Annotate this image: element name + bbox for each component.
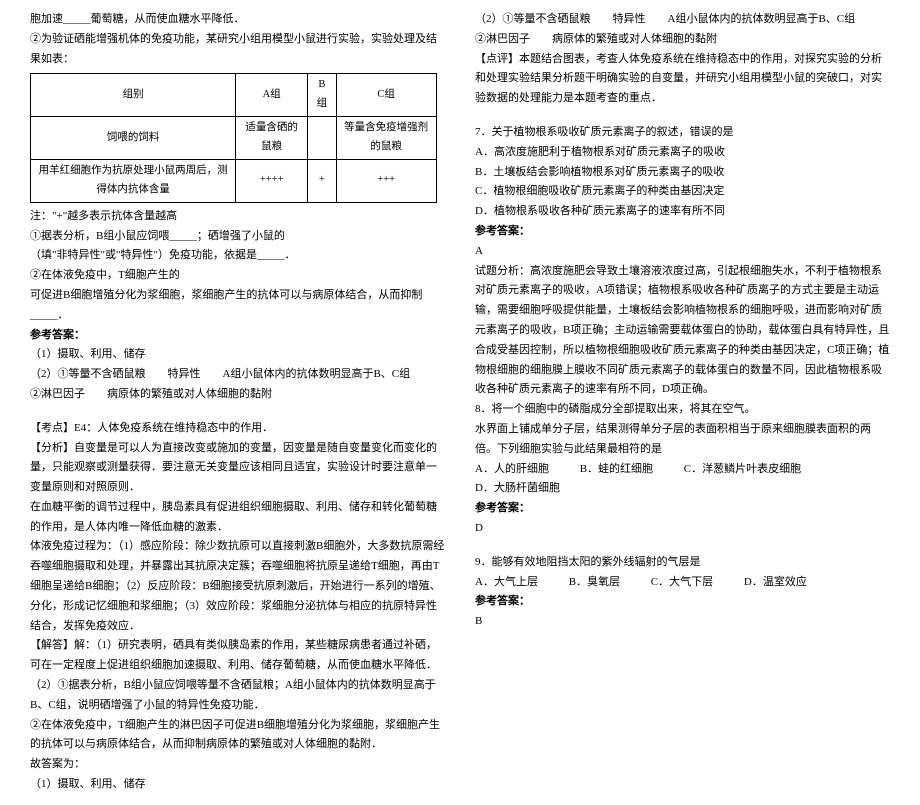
jieda: （1）摄取、利用、储存 <box>30 775 445 795</box>
answer-title: 参考答案： <box>475 222 890 242</box>
text: ②为验证硒能增强机体的免疫功能，某研究小组用模型小鼠进行实验，实验处理及结果如表… <box>30 30 445 70</box>
option-b: B．土壤板结会影响植物根系对矿质元素离子的吸收 <box>475 163 890 183</box>
question-9-options: A．大气上层 B．臭氧层 C．大气下层 D．温室效应 <box>475 573 890 593</box>
option-d: D．植物根系吸收各种矿质元素离子的速率有所不同 <box>475 202 890 222</box>
option-b: B．蛙的红细胞 <box>580 460 653 480</box>
cell: 等量含免疫增强剂的鼠粮 <box>336 117 436 160</box>
option-a: A．大气上层 <box>475 573 538 593</box>
question-7: 7．关于植物根系吸收矿质元素离子的叙述，错误的是 <box>475 123 890 143</box>
question-8: 8．将一个细胞中的磷脂成分全部提取出来，将其在空气。 <box>475 400 890 420</box>
fenxi: 体液免疫过程为：（1）感应阶段：除少数抗原可以直接刺激B细胞外，大多数抗原需经吞… <box>30 537 445 636</box>
text: 注："+"越多表示抗体含量越高 <box>30 207 445 227</box>
kaodian: 【考点】E4：人体免疫系统在维持稳态中的作用． <box>30 419 445 439</box>
text: ②淋巴因子 病原体的繁殖或对人体细胞的黏附 <box>475 30 890 50</box>
cell: +++ <box>336 159 436 202</box>
option-b: B．臭氧层 <box>569 573 620 593</box>
answer-7: A <box>475 242 890 262</box>
jieda: ②在体液免疫中，T细胞产生的淋巴因子可促进B细胞增殖分化为浆细胞，浆细胞产生的抗… <box>30 716 445 756</box>
answer-7-explain: 试题分析：高浓度施肥会导致土壤溶液浓度过高，引起根细胞失水，不利于植物根系对矿质… <box>475 262 890 401</box>
answer-line: ②淋巴因子 病原体的繁殖或对人体细胞的黏附 <box>30 385 445 405</box>
question-9: 9．能够有效地阻挡太阳的紫外线辐射的气层是 <box>475 553 890 573</box>
option-d: D．温室效应 <box>744 573 807 593</box>
cell: 用羊红细胞作为抗原处理小鼠两周后，测得体内抗体含量 <box>31 159 236 202</box>
answer-line: （1）摄取、利用、储存 <box>30 345 445 365</box>
cell: B组 <box>308 74 336 117</box>
option-a: A．高浓度施肥利于植物根系对矿质元素离子的吸收 <box>475 143 890 163</box>
table-row: 组别 A组 B组 C组 <box>31 74 437 117</box>
option-d: D．大肠杆菌细胞 <box>475 479 560 499</box>
answer-line: （2）①等量不含硒鼠粮 特异性 A组小鼠体内的抗体数明显高于B、C组 <box>30 365 445 385</box>
cell: + <box>308 159 336 202</box>
answer-9: B <box>475 612 890 632</box>
question-8b: 水界面上铺成单分子层，结果测得单分子层的表面积相当于原来细胞膜表面积的两倍。下列… <box>475 420 890 460</box>
option-c: C．植物根细胞吸收矿质元素离子的种类由基因决定 <box>475 182 890 202</box>
cell: 组别 <box>31 74 236 117</box>
text: ②在体液免疫中，T细胞产生的 <box>30 266 445 286</box>
text: 可促进B细胞增殖分化为浆细胞，浆细胞产生的抗体可以与病原体结合，从而抑制____… <box>30 286 445 326</box>
option-c: C．洋葱鳞片叶表皮细胞 <box>684 460 801 480</box>
text: （2）①等量不含硒鼠粮 特异性 A组小鼠体内的抗体数明显高于B、C组 <box>475 10 890 30</box>
right-column: （2）①等量不含硒鼠粮 特异性 A组小鼠体内的抗体数明显高于B、C组 ②淋巴因子… <box>475 10 890 795</box>
answer-title: 参考答案： <box>475 499 890 519</box>
jieda: （2）①据表分析，B组小鼠应饲喂等量不含硒鼠粮；A组小鼠体内的抗体数明显高于B、… <box>30 676 445 716</box>
cell <box>308 117 336 160</box>
experiment-table: 组别 A组 B组 C组 饲喂的饲料 适量含硒的鼠粮 等量含免疫增强剂的鼠粮 用羊… <box>30 73 437 202</box>
option-a: A．人的肝细胞 <box>475 460 549 480</box>
question-8-options: A．人的肝细胞 B．蛙的红细胞 C．洋葱鳞片叶表皮细胞 D．大肠杆菌细胞 <box>475 460 890 500</box>
cell: 适量含硒的鼠粮 <box>236 117 308 160</box>
dianping: 【点评】本题结合图表，考查人体免疫系统在维持稳态中的作用，对探究实验的分析和处理… <box>475 50 890 109</box>
cell: 饲喂的饲料 <box>31 117 236 160</box>
text: （填"非特异性"或"特异性"）免疫功能，依据是_____． <box>30 246 445 266</box>
left-column: 胞加速_____葡萄糖，从而使血糖水平降低． ②为验证硒能增强机体的免疫功能，某… <box>30 10 445 795</box>
fenxi: 在血糖平衡的调节过程中，胰岛素具有促进组织细胞摄取、利用、储存和转化葡萄糖的作用… <box>30 498 445 538</box>
text: 胞加速_____葡萄糖，从而使血糖水平降低． <box>30 10 445 30</box>
cell: ++++ <box>236 159 308 202</box>
fenxi: 【分析】自变量是可以人为直接改变或施加的变量，因变量是随自变量变化而变化的量，只… <box>30 439 445 498</box>
table-row: 饲喂的饲料 适量含硒的鼠粮 等量含免疫增强剂的鼠粮 <box>31 117 437 160</box>
answer-title: 参考答案： <box>475 592 890 612</box>
option-c: C．大气下层 <box>651 573 713 593</box>
cell: A组 <box>236 74 308 117</box>
text: ①据表分析，B组小鼠应饲喂_____；硒增强了小鼠的 <box>30 227 445 247</box>
answer-title: 参考答案： <box>30 326 445 346</box>
cell: C组 <box>336 74 436 117</box>
table-row: 用羊红细胞作为抗原处理小鼠两周后，测得体内抗体含量 ++++ + +++ <box>31 159 437 202</box>
answer-8: D <box>475 519 890 539</box>
jieda: 故答案为： <box>30 755 445 775</box>
jieda: 【解答】解：（1）研究表明，硒具有类似胰岛素的作用，某些糖尿病患者通过补硒，可在… <box>30 636 445 676</box>
